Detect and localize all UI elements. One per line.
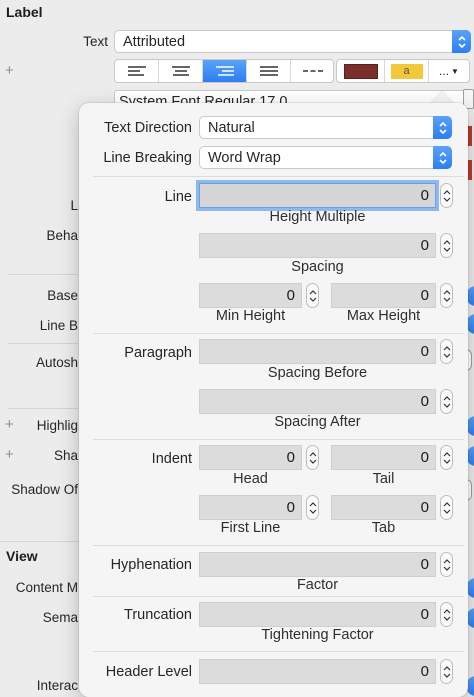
chevron-updown-icon	[452, 30, 471, 53]
align-center-icon[interactable]	[159, 60, 203, 82]
line-spacing-field[interactable]: 0	[199, 233, 436, 258]
spacing-after-stepper[interactable]	[440, 389, 453, 414]
align-natural-icon[interactable]	[291, 60, 333, 82]
text-direction-value: Natural	[208, 119, 255, 136]
tightening-factor-caption: Tightening Factor	[261, 627, 374, 643]
hyphenation-factor-caption: Factor	[296, 577, 339, 593]
max-height-stepper[interactable]	[440, 283, 453, 308]
shadow-offset-label: Shadow Of	[11, 482, 78, 497]
line-spacing-caption: Spacing	[291, 259, 344, 275]
align-justify-icon[interactable]	[247, 60, 291, 82]
text-label: Text	[83, 34, 108, 49]
more-options-label: ...	[439, 64, 450, 78]
lines-label: L	[70, 198, 78, 213]
head-indent-caption: Head	[233, 471, 268, 487]
chevron-updown-icon	[433, 116, 452, 139]
max-height-caption: Max Height	[346, 308, 421, 324]
interaction-label: Interac	[36, 678, 78, 693]
tab-indent-caption: Tab	[371, 520, 396, 536]
text-type-value: Attributed	[123, 33, 186, 50]
align-left-icon[interactable]	[115, 60, 159, 82]
indent-label: Indent	[151, 451, 192, 467]
height-multiple-stepper[interactable]	[440, 183, 453, 208]
divider	[93, 651, 464, 652]
spacing-before-field[interactable]: 0	[199, 339, 436, 364]
divider	[93, 596, 464, 597]
baseline-label: Base	[47, 288, 78, 303]
first-line-indent-caption: First Line	[220, 520, 281, 536]
spacing-before-caption: Spacing Before	[267, 365, 368, 381]
highlight-swatch-text: a	[390, 63, 423, 79]
alignment-segmented-control[interactable]	[114, 59, 334, 83]
min-height-caption: Min Height	[215, 308, 286, 324]
head-indent-field[interactable]: 0	[199, 445, 302, 470]
tail-indent-stepper[interactable]	[440, 445, 453, 470]
first-line-indent-stepper[interactable]	[306, 495, 319, 520]
tightening-factor-field[interactable]: 0	[199, 602, 436, 627]
text-direction-label: Text Direction	[104, 120, 192, 136]
shadow-label: Sha	[53, 448, 78, 463]
text-direction-popup[interactable]: Natural	[199, 116, 452, 139]
paragraph-label: Paragraph	[124, 345, 192, 361]
min-height-field[interactable]: 0	[199, 283, 302, 308]
min-height-stepper[interactable]	[306, 283, 319, 308]
hyphenation-factor-stepper[interactable]	[440, 552, 453, 577]
highlighted-label: Highlig	[36, 418, 78, 433]
text-style-controls[interactable]: a ... ▼	[336, 59, 470, 83]
dropdown-arrow-icon: ▼	[451, 66, 459, 76]
divider	[93, 545, 464, 546]
hyphenation-factor-field[interactable]: 0	[199, 552, 436, 577]
line-breaking-value: Word Wrap	[208, 149, 281, 166]
line-label: Line	[164, 189, 192, 205]
behavior-label: Beha	[46, 228, 78, 243]
truncation-label: Truncation	[124, 607, 192, 623]
line-breaking-label: Line Breaking	[103, 150, 192, 166]
tail-indent-caption: Tail	[372, 471, 395, 487]
line-break-label: Line B	[39, 318, 78, 333]
view-section-title: View	[6, 548, 38, 564]
spacing-after-field[interactable]: 0	[199, 389, 436, 414]
chevron-updown-icon	[433, 146, 452, 169]
semantic-label: Sema	[42, 610, 78, 625]
first-line-indent-field[interactable]: 0	[199, 495, 302, 520]
divider	[93, 333, 464, 334]
highlight-color-swatch[interactable]: a	[385, 60, 429, 82]
hyphenation-label: Hyphenation	[110, 557, 192, 573]
tail-indent-field[interactable]: 0	[331, 445, 436, 470]
content-mode-label: Content M	[15, 580, 78, 595]
header-level-field[interactable]: 0	[199, 659, 436, 684]
text-color-swatch[interactable]	[337, 60, 385, 82]
tab-indent-stepper[interactable]	[440, 495, 453, 520]
line-breaking-popup[interactable]: Word Wrap	[199, 146, 452, 169]
tightening-factor-stepper[interactable]	[440, 602, 453, 627]
head-indent-stepper[interactable]	[306, 445, 319, 470]
spacing-before-stepper[interactable]	[440, 339, 453, 364]
header-level-label: Header Level	[105, 664, 192, 680]
more-options-button[interactable]: ... ▼	[429, 60, 469, 82]
height-multiple-field[interactable]: 0	[199, 183, 436, 208]
header-level-stepper[interactable]	[440, 659, 453, 684]
divider	[93, 176, 464, 177]
align-right-icon[interactable]	[203, 60, 247, 82]
spacing-after-caption: Spacing After	[274, 414, 361, 430]
divider	[93, 439, 464, 440]
add-variation-plus-icon[interactable]: +	[5, 62, 14, 79]
label-section-title: Label	[6, 4, 43, 20]
line-spacing-stepper[interactable]	[440, 233, 453, 258]
autoshrink-label: Autosh	[35, 355, 78, 370]
tab-indent-field[interactable]: 0	[331, 495, 436, 520]
max-height-field[interactable]: 0	[331, 283, 436, 308]
text-type-popup[interactable]: Attributed	[114, 30, 471, 53]
height-multiple-caption: Height Multiple	[269, 209, 366, 225]
